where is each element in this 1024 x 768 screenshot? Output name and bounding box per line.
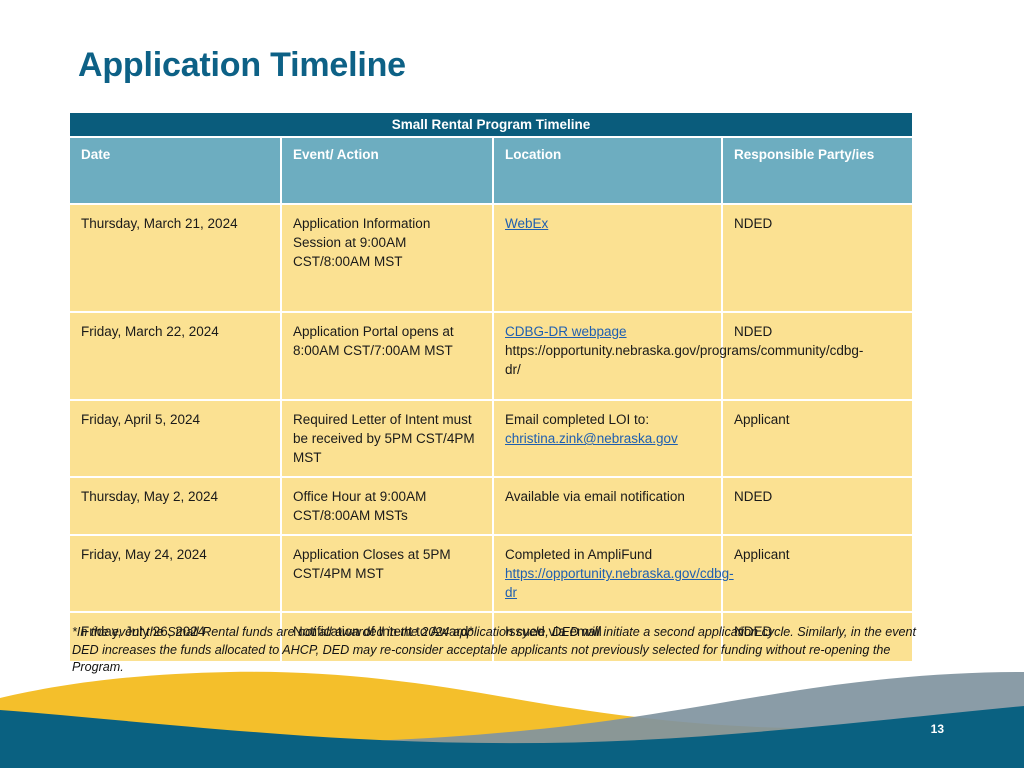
cell-event: Application Information Session at 9:00A… — [281, 204, 494, 313]
location-link[interactable]: https://opportunity.nebraska.gov/cdbg-dr — [505, 566, 734, 600]
cell-responsible: Applicant — [722, 400, 913, 478]
table-row: Thursday, May 2, 2024 Office Hour at 9:0… — [70, 477, 913, 536]
decorative-wave-footer — [0, 671, 1024, 768]
column-header-event-action: Event/ Action — [281, 137, 494, 205]
cell-responsible: NDED — [722, 477, 913, 536]
cell-date: Thursday, March 21, 2024 — [70, 204, 282, 313]
table-caption: Small Rental Program Timeline — [70, 113, 913, 138]
cell-event: Application Portal opens at 8:00AM CST/7… — [281, 312, 494, 401]
table-row: Friday, April 5, 2024 Required Letter of… — [70, 400, 913, 478]
location-text: Email completed LOI to: — [505, 412, 650, 427]
cell-responsible: NDED — [722, 204, 913, 313]
location-link[interactable]: WebEx — [505, 216, 548, 231]
cell-date: Thursday, May 2, 2024 — [70, 477, 282, 536]
column-header-date: Date — [70, 137, 282, 205]
cell-responsible: Applicant — [722, 535, 913, 613]
cell-location: Available via email notification — [493, 477, 723, 536]
column-header-location: Location — [493, 137, 723, 205]
page-title: Application Timeline — [78, 46, 406, 84]
cell-location: Completed in AmpliFund https://opportuni… — [493, 535, 734, 613]
column-header-responsible-party: Responsible Party/ies — [722, 137, 913, 205]
location-link[interactable]: CDBG-DR webpage — [505, 324, 627, 339]
cell-event: Required Letter of Intent must be receiv… — [281, 400, 494, 478]
table-header-row: Date Event/ Action Location Responsible … — [70, 137, 913, 205]
cell-date: Friday, May 24, 2024 — [70, 535, 282, 613]
cell-location: WebEx — [493, 204, 723, 313]
cell-location: Email completed LOI to: christina.zink@n… — [493, 400, 723, 478]
table-row: Thursday, March 21, 2024 Application Inf… — [70, 204, 913, 313]
table-row: Friday, March 22, 2024 Application Porta… — [70, 312, 913, 401]
cell-date: Friday, March 22, 2024 — [70, 312, 282, 401]
location-email-link[interactable]: christina.zink@nebraska.gov — [505, 431, 678, 446]
cell-date: Friday, April 5, 2024 — [70, 400, 282, 478]
cell-event: Office Hour at 9:00AM CST/8:00AM MSTs — [281, 477, 494, 536]
cell-location: CDBG-DR webpage https://opportunity.nebr… — [493, 312, 863, 401]
timeline-table: Small Rental Program Timeline Date Event… — [70, 113, 913, 661]
table-row: Friday, May 24, 2024 Application Closes … — [70, 535, 913, 613]
location-text: Completed in AmpliFund — [505, 547, 653, 562]
table-caption-row: Small Rental Program Timeline — [70, 113, 913, 138]
page-number: 13 — [930, 722, 944, 736]
cell-event: Application Closes at 5PM CST/4PM MST — [281, 535, 494, 613]
